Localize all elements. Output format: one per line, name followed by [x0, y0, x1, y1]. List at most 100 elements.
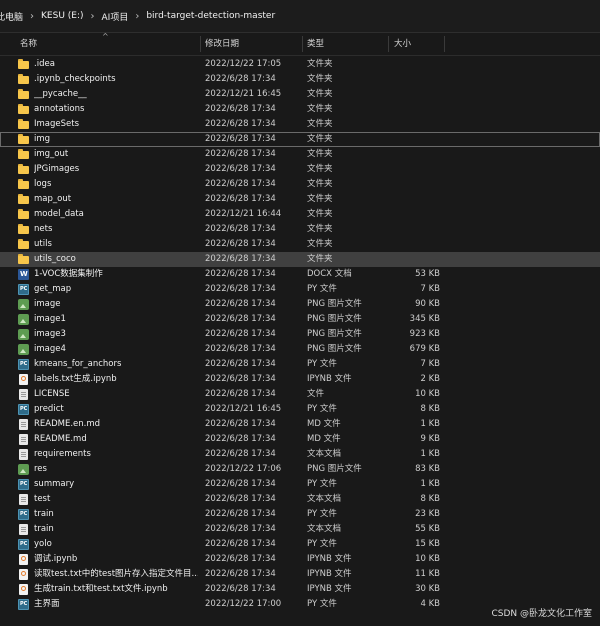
file-row[interactable]: requirements 2022/6/28 17:34 文本文档 1 KB	[0, 447, 600, 462]
file-type: 文件夹	[307, 59, 333, 69]
folder-row[interactable]: JPGimages 2022/6/28 17:34 文件夹	[0, 162, 600, 177]
folder-icon	[18, 164, 29, 175]
folder-row[interactable]: model_data 2022/12/21 16:44 文件夹	[0, 207, 600, 222]
folder-row[interactable]: annotations 2022/6/28 17:34 文件夹	[0, 102, 600, 117]
chevron-right-icon[interactable]: ›	[91, 11, 95, 22]
file-size: 10 KB	[415, 389, 440, 399]
file-row[interactable]: image4 2022/6/28 17:34 PNG 图片文件 679 KB	[0, 342, 600, 357]
file-size: 1 KB	[420, 419, 440, 429]
file-name: ImageSets	[34, 119, 80, 129]
file-row[interactable]: 读取test.txt中的test图片存入指定文件目... 2022/6/28 17…	[0, 567, 600, 582]
breadcrumb-drive[interactable]: KESU (E:)	[41, 11, 84, 21]
folder-row[interactable]: utils_coco 2022/6/28 17:34 文件夹	[0, 252, 600, 267]
breadcrumb-ai-projects[interactable]: AI项目	[102, 10, 129, 23]
column-divider[interactable]	[302, 36, 303, 52]
file-row[interactable]: summary 2022/6/28 17:34 PY 文件 1 KB	[0, 477, 600, 492]
file-type: PNG 图片文件	[307, 344, 362, 354]
file-row[interactable]: 1-VOC数据集制作 2022/6/28 17:34 DOCX 文档 53 KB	[0, 267, 600, 282]
file-row[interactable]: test 2022/6/28 17:34 文本文档 8 KB	[0, 492, 600, 507]
file-row[interactable]: 调试.ipynb 2022/6/28 17:34 IPYNB 文件 10 KB	[0, 552, 600, 567]
breadcrumb-this-pc[interactable]: 此电脑	[0, 10, 23, 23]
file-size: 679 KB	[409, 344, 440, 354]
file-type: IPYNB 文件	[307, 374, 352, 384]
file-row[interactable]: image3 2022/6/28 17:34 PNG 图片文件 923 KB	[0, 327, 600, 342]
file-row[interactable]: 生成train.txt和test.txt文件.ipynb 2022/6/28 17…	[0, 582, 600, 597]
file-modified-date: 2022/6/28 17:34	[205, 254, 276, 264]
folder-icon	[18, 239, 29, 250]
file-name: annotations	[34, 104, 85, 114]
column-divider[interactable]	[200, 36, 201, 52]
file-modified-date: 2022/6/28 17:34	[205, 479, 276, 489]
file-modified-date: 2022/6/28 17:34	[205, 509, 276, 519]
python-file-icon	[18, 599, 29, 610]
file-row[interactable]: train 2022/6/28 17:34 文本文档 55 KB	[0, 522, 600, 537]
file-size: 83 KB	[415, 464, 440, 474]
file-type: 文本文档	[307, 524, 342, 534]
file-type: DOCX 文档	[307, 269, 352, 279]
file-name: README.md	[34, 434, 87, 444]
image-file-icon	[18, 299, 29, 310]
file-row[interactable]: image 2022/6/28 17:34 PNG 图片文件 90 KB	[0, 297, 600, 312]
chevron-right-icon[interactable]: ›	[135, 11, 139, 22]
breadcrumb-current-folder[interactable]: bird-target-detection-master	[146, 11, 275, 21]
file-modified-date: 2022/6/28 17:34	[205, 569, 276, 579]
folder-row[interactable]: __pycache__ 2022/12/21 16:45 文件夹	[0, 87, 600, 102]
text-file-icon	[19, 419, 28, 430]
file-modified-date: 2022/6/28 17:34	[205, 494, 276, 504]
file-modified-date: 2022/6/28 17:34	[205, 149, 276, 159]
folder-row[interactable]: .ipynb_checkpoints 2022/6/28 17:34 文件夹	[0, 72, 600, 87]
file-row[interactable]: res 2022/12/22 17:06 PNG 图片文件 83 KB	[0, 462, 600, 477]
text-file-icon	[19, 449, 28, 460]
file-row[interactable]: image1 2022/6/28 17:34 PNG 图片文件 345 KB	[0, 312, 600, 327]
column-divider[interactable]	[444, 36, 445, 52]
folder-row[interactable]: img_out 2022/6/28 17:34 文件夹	[0, 147, 600, 162]
folder-row[interactable]: nets 2022/6/28 17:34 文件夹	[0, 222, 600, 237]
file-modified-date: 2022/6/28 17:34	[205, 299, 276, 309]
file-row[interactable]: predict 2022/12/21 16:45 PY 文件 8 KB	[0, 402, 600, 417]
folder-row[interactable]: .idea 2022/12/22 17:05 文件夹	[0, 57, 600, 72]
file-row[interactable]: labels.txt生成.ipynb 2022/6/28 17:34 IPYNB 文…	[0, 372, 600, 387]
file-type: 文件夹	[307, 119, 333, 129]
file-row[interactable]: train 2022/6/28 17:34 PY 文件 23 KB	[0, 507, 600, 522]
file-name: 1-VOC数据集制作	[34, 269, 103, 279]
file-row[interactable]: get_map 2022/6/28 17:34 PY 文件 7 KB	[0, 282, 600, 297]
file-name: requirements	[34, 449, 91, 459]
file-modified-date: 2022/6/28 17:34	[205, 194, 276, 204]
folder-row[interactable]: map_out 2022/6/28 17:34 文件夹	[0, 192, 600, 207]
chevron-right-icon[interactable]: ›	[30, 11, 34, 22]
file-type: 文件夹	[307, 134, 333, 144]
file-modified-date: 2022/6/28 17:34	[205, 224, 276, 234]
file-size: 345 KB	[409, 314, 440, 324]
file-size: 90 KB	[415, 299, 440, 309]
file-modified-date: 2022/6/28 17:34	[205, 419, 276, 429]
folder-row[interactable]: utils 2022/6/28 17:34 文件夹	[0, 237, 600, 252]
file-modified-date: 2022/6/28 17:34	[205, 449, 276, 459]
column-divider[interactable]	[388, 36, 389, 52]
file-modified-date: 2022/6/28 17:34	[205, 389, 276, 399]
column-header-size[interactable]: 大小	[394, 33, 444, 55]
file-modified-date: 2022/6/28 17:34	[205, 239, 276, 249]
file-row[interactable]: README.en.md 2022/6/28 17:34 MD 文件 1 KB	[0, 417, 600, 432]
folder-icon	[18, 89, 29, 100]
folder-row[interactable]: ImageSets 2022/6/28 17:34 文件夹	[0, 117, 600, 132]
folder-row[interactable]: logs 2022/6/28 17:34 文件夹	[0, 177, 600, 192]
column-header-date[interactable]: 修改日期	[205, 33, 301, 55]
file-size: 1 KB	[420, 449, 440, 459]
file-name: image	[34, 299, 61, 309]
file-size: 1 KB	[420, 479, 440, 489]
folder-row[interactable]: img 2022/6/28 17:34 文件夹	[0, 132, 600, 147]
file-modified-date: 2022/6/28 17:34	[205, 524, 276, 534]
column-header-name[interactable]: 名称	[20, 33, 200, 55]
file-name: predict	[34, 404, 64, 414]
file-name: res	[34, 464, 47, 474]
file-type: 文件夹	[307, 239, 333, 249]
column-header-type[interactable]: 类型	[307, 33, 387, 55]
file-type: PNG 图片文件	[307, 464, 362, 474]
file-modified-date: 2022/6/28 17:34	[205, 179, 276, 189]
file-row[interactable]: yolo 2022/6/28 17:34 PY 文件 15 KB	[0, 537, 600, 552]
file-row[interactable]: README.md 2022/6/28 17:34 MD 文件 9 KB	[0, 432, 600, 447]
file-row[interactable]: kmeans_for_anchors 2022/6/28 17:34 PY 文件 7 …	[0, 357, 600, 372]
file-row[interactable]: LICENSE 2022/6/28 17:34 文件 10 KB	[0, 387, 600, 402]
folder-icon	[18, 179, 29, 190]
notebook-file-icon	[19, 554, 28, 565]
